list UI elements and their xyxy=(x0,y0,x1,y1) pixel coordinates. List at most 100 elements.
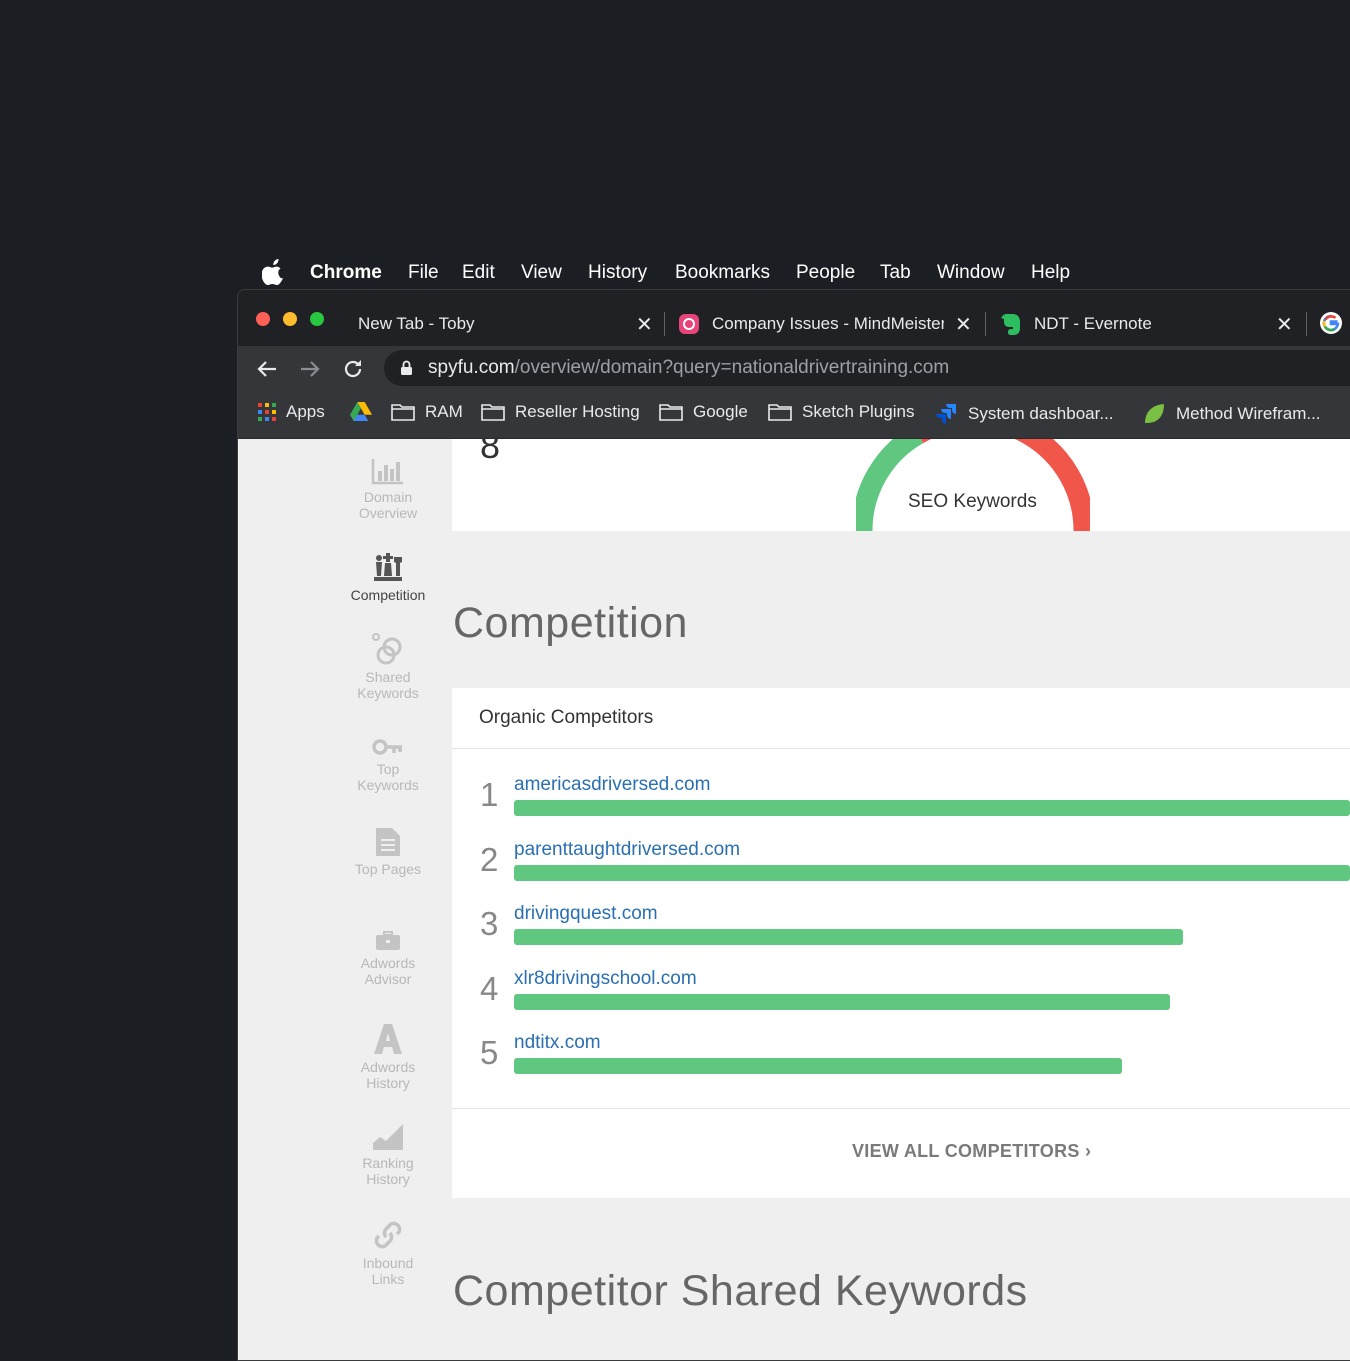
zoom-window-button[interactable] xyxy=(310,312,324,326)
bookmark-label: Google xyxy=(693,402,748,421)
tab-divider xyxy=(985,312,986,336)
address-path: /overview/domain?query=nationaldrivertra… xyxy=(514,357,950,378)
menu-chrome[interactable]: Chrome xyxy=(310,262,382,284)
sidebar-item-label: Adwords History xyxy=(360,1059,416,1091)
tab-close-icon[interactable]: ✕ xyxy=(636,312,653,337)
competitor-rank: 5 xyxy=(480,1034,499,1071)
folder-icon xyxy=(768,404,792,421)
sidebar-item-label: Top Pages xyxy=(354,861,422,877)
competitor-rank: 3 xyxy=(480,905,499,942)
competitor-strength-bar xyxy=(514,1058,1122,1074)
menu-edit[interactable]: Edit xyxy=(462,262,495,284)
address-bar[interactable]: spyfu.com/overview/domain?query=national… xyxy=(384,350,1350,386)
view-all-competitors-link[interactable]: VIEW ALL COMPETITORS › xyxy=(852,1141,1091,1162)
tab-title: Company Issues - MindMeister xyxy=(712,314,944,333)
menu-view[interactable]: View xyxy=(521,262,562,284)
sidebar-item-competition[interactable]: Competition xyxy=(238,551,538,603)
menu-window[interactable]: Window xyxy=(937,262,1005,284)
bookmark-label: Reseller Hosting xyxy=(515,402,640,421)
competitor-domain-link[interactable]: ndtitx.com xyxy=(514,1032,601,1054)
tab-mindmeister[interactable]: Company Issues - MindMeister ✕ xyxy=(678,302,978,346)
summary-number: 8 xyxy=(480,439,501,466)
menu-file[interactable]: File xyxy=(408,262,439,284)
tab-new-tab-toby[interactable]: New Tab - Toby ✕ xyxy=(358,302,658,346)
menu-help[interactable]: Help xyxy=(1031,262,1070,284)
competitor-domain-link[interactable]: xlr8drivingschool.com xyxy=(514,968,697,990)
evernote-icon xyxy=(1001,314,1020,335)
tab-close-icon[interactable]: ✕ xyxy=(1276,312,1293,337)
bookmark-label: RAM xyxy=(425,402,463,421)
menu-tab[interactable]: Tab xyxy=(880,262,911,284)
google-drive-icon xyxy=(350,402,372,421)
tab-divider xyxy=(1306,312,1307,336)
card-footer: VIEW ALL COMPETITORS › xyxy=(452,1108,1350,1199)
lock-icon xyxy=(401,360,412,375)
bookmarks-bar: Apps RAM Reseller Hosting Google Sketch … xyxy=(238,390,1350,439)
bookmark-label: Method Wirefram... xyxy=(1176,404,1321,423)
card-header: Organic Competitors xyxy=(452,688,1350,749)
tab-close-icon[interactable]: ✕ xyxy=(955,312,972,337)
competitor-strength-bar xyxy=(514,993,1170,1010)
organic-competitors-card: Organic Competitors 1 americasdriversed.c… xyxy=(452,688,1350,1198)
bookmark-reseller-hosting[interactable]: Reseller Hosting xyxy=(481,402,640,422)
letter-a-icon xyxy=(374,1024,402,1054)
mindmeister-icon xyxy=(679,314,699,334)
back-arrow-icon[interactable] xyxy=(256,358,278,386)
close-window-button[interactable] xyxy=(256,312,270,326)
menu-bookmarks[interactable]: Bookmarks xyxy=(675,262,770,284)
bookmark-method-wireframes[interactable]: Method Wirefram... xyxy=(1142,402,1321,426)
leaf-icon xyxy=(1145,404,1164,423)
bookmark-system-dashboard[interactable]: System dashboar... xyxy=(934,402,1114,426)
sidebar-item-label: Top Keywords xyxy=(357,761,419,793)
sidebar-item-label: Competition xyxy=(350,587,426,603)
forward-arrow-icon[interactable] xyxy=(299,358,321,386)
address-url: spyfu.com/overview/domain?query=national… xyxy=(428,357,949,379)
bookmark-sketch-plugins[interactable]: Sketch Plugins xyxy=(768,402,914,422)
spyfu-page: Domain Overview Competition Shared Keywo… xyxy=(238,439,1350,1360)
competitor-rank: 1 xyxy=(480,776,499,813)
folder-icon xyxy=(391,404,415,421)
bookmark-apps[interactable]: Apps xyxy=(258,402,325,422)
competitor-strength-bar xyxy=(514,864,1350,881)
document-icon xyxy=(376,828,400,856)
competitor-domain-link[interactable]: drivingquest.com xyxy=(514,903,658,925)
linked-circles-icon xyxy=(372,633,402,665)
competitor-rank: 2 xyxy=(480,840,499,878)
apps-grid-icon xyxy=(258,403,276,421)
chess-pieces-icon xyxy=(374,553,402,581)
bookmark-label: System dashboar... xyxy=(968,404,1114,423)
bookmark-label: Apps xyxy=(286,402,325,421)
minimize-window-button[interactable] xyxy=(283,312,297,326)
bookmark-google[interactable]: Google xyxy=(659,402,748,422)
apple-icon[interactable] xyxy=(262,259,286,285)
bar-chart-icon xyxy=(371,459,403,485)
browser-window: New Tab - Toby ✕ Company Issues - MindMe… xyxy=(237,289,1350,1361)
tab-strip: New Tab - Toby ✕ Company Issues - MindMe… xyxy=(238,290,1350,346)
reload-icon[interactable] xyxy=(342,358,364,386)
competitor-strength-bar xyxy=(514,800,1350,816)
link-icon xyxy=(374,1221,402,1249)
bookmark-google-drive[interactable] xyxy=(350,402,382,421)
competitor-domain-link[interactable]: americasdriversed.com xyxy=(514,774,710,796)
browser-toolbar: spyfu.com/overview/domain?query=national… xyxy=(238,346,1350,390)
google-icon[interactable] xyxy=(1320,312,1342,334)
jira-icon xyxy=(936,404,956,424)
sidebar-item-label: Inbound Links xyxy=(362,1255,414,1287)
briefcase-icon xyxy=(376,931,400,950)
area-chart-icon xyxy=(373,1124,403,1150)
folder-icon xyxy=(659,404,683,421)
competitor-rank: 4 xyxy=(480,969,499,1007)
menu-people[interactable]: People xyxy=(796,262,855,284)
tab-divider xyxy=(664,312,665,336)
tab-evernote[interactable]: NDT - Evernote ✕ xyxy=(1000,302,1300,346)
shared-keywords-heading: Competitor Shared Keywords xyxy=(453,1267,1028,1315)
tab-title: NDT - Evernote xyxy=(1034,314,1152,333)
bookmark-ram[interactable]: RAM xyxy=(391,402,463,422)
sidebar-item-label: Domain Overview xyxy=(358,489,418,521)
seo-keywords-gauge xyxy=(856,439,1090,532)
menu-history[interactable]: History xyxy=(588,262,647,284)
left-sidebar-nav: Domain Overview Competition Shared Keywo… xyxy=(238,439,452,1360)
address-domain: spyfu.com xyxy=(428,357,515,378)
sidebar-item-label: Ranking History xyxy=(362,1155,414,1187)
competitor-domain-link[interactable]: parenttaughtdriversed.com xyxy=(514,839,740,861)
